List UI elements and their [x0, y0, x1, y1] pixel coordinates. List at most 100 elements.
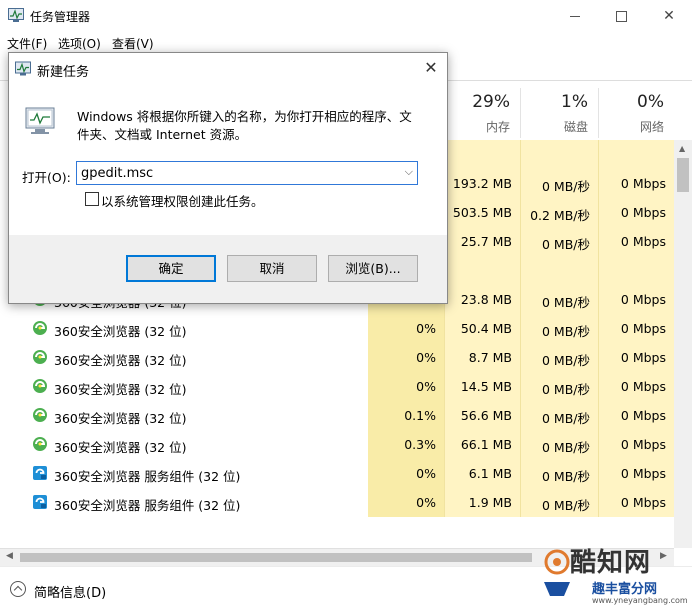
open-command-value[interactable]: gpedit.msc — [81, 166, 153, 181]
cell-cpu: 0% — [416, 321, 436, 336]
cell-net: 0 Mbps — [620, 292, 666, 307]
table-row[interactable]: 0.1% 56.6 MB 0 MB/秒 0 Mbps 360安全浏览器 (32 位) — [0, 401, 674, 430]
cell-background — [520, 256, 599, 285]
cell-background — [444, 140, 521, 169]
open-command-input[interactable]: gpedit.msc ⌵ — [76, 161, 418, 185]
close-button[interactable]: ✕ — [646, 0, 692, 32]
cell-mem: 50.4 MB — [460, 321, 512, 336]
cell-net: 0 Mbps — [620, 176, 666, 191]
cell-disk: 0 MB/秒 — [542, 382, 590, 397]
cell-mem: 6.1 MB — [468, 466, 512, 481]
cell-cpu: 0.1% — [404, 408, 436, 423]
cell-disk: 0 MB/秒 — [542, 498, 590, 513]
admin-privileges-checkbox[interactable] — [85, 192, 99, 206]
cell-background — [598, 140, 674, 169]
cell-net: 0 Mbps — [620, 437, 666, 452]
task-manager-icon — [8, 8, 24, 22]
vertical-scrollbar[interactable]: ▲ — [674, 140, 692, 548]
cell-disk: 0 MB/秒 — [542, 237, 590, 252]
menu-bar: 文件(F) 选项(O) 查看(V) — [0, 32, 692, 52]
cell-net: 0 Mbps — [620, 321, 666, 336]
cell-background — [444, 256, 521, 285]
admin-privileges-label[interactable]: 以系统管理权限创建此任务。 — [101, 191, 264, 210]
ok-button[interactable]: 确定 — [126, 255, 216, 282]
cell-mem: 56.6 MB — [460, 408, 512, 423]
cell-net: 0 Mbps — [620, 234, 666, 249]
close-icon: ✕ — [424, 58, 438, 77]
cell-mem: 25.7 MB — [460, 234, 512, 249]
process-name: 360安全浏览器 服务组件 (32 位) — [54, 469, 241, 484]
cell-cpu: 0% — [416, 495, 436, 510]
cell-cpu: 0.3% — [404, 437, 436, 452]
cell-mem: 66.1 MB — [460, 437, 512, 452]
cell-disk: 0 MB/秒 — [542, 324, 590, 339]
cell-net: 0 Mbps — [620, 466, 666, 481]
cell-cpu: 0% — [416, 379, 436, 394]
network-percent: 0% — [637, 92, 664, 112]
maximize-icon — [616, 11, 627, 22]
cell-disk: 0.2 MB/秒 — [530, 208, 590, 223]
dialog-title: 新建任务 — [37, 65, 90, 80]
task-manager-window: 任务管理器 ✕ 文件(F) 选项(O) 查看(V) 29% 内存 1% 磁盘 0… — [0, 0, 692, 616]
open-label: 打开(O): — [22, 170, 71, 185]
browser-360-icon — [33, 437, 47, 451]
menu-view[interactable]: 查看(V) — [112, 35, 154, 52]
column-header-memory[interactable]: 29% 内存 — [447, 88, 520, 140]
cell-mem: 503.5 MB — [452, 205, 512, 220]
cell-mem: 8.7 MB — [468, 350, 512, 365]
column-header-network[interactable]: 0% 网络 — [598, 88, 674, 140]
watermark-url: www.yneyangbang.com — [592, 596, 688, 605]
cell-disk: 0 MB/秒 — [542, 295, 590, 310]
menu-file[interactable]: 文件(F) — [7, 35, 47, 52]
cancel-button[interactable]: 取消 — [227, 255, 317, 282]
dialog-description: Windows 将根据你所键入的名称，为你打开相应的程序、文件夹、文档或 Int… — [77, 109, 412, 142]
browse-button[interactable]: 浏览(B)... — [328, 255, 418, 282]
table-row[interactable]: 0% 50.4 MB 0 MB/秒 0 Mbps 360安全浏览器 (32 位) — [0, 314, 674, 343]
watermark-brand: 酷知网 — [570, 548, 652, 578]
cell-mem: 14.5 MB — [460, 379, 512, 394]
cell-background — [520, 140, 599, 169]
cell-disk: 0 MB/秒 — [542, 353, 590, 368]
cell-disk: 0 MB/秒 — [542, 440, 590, 455]
disk-label: 磁盘 — [563, 120, 588, 134]
task-manager-icon — [15, 61, 31, 76]
column-header-disk[interactable]: 1% 磁盘 — [520, 88, 598, 140]
dialog-button-area: 确定 取消 浏览(B)... — [9, 235, 447, 303]
minimize-button[interactable] — [552, 0, 598, 32]
chevron-down-icon[interactable]: ⌵ — [405, 165, 413, 179]
cell-net: 0 Mbps — [620, 350, 666, 365]
watermark: 酷知网 趣丰富分网 www.yneyangbang.com — [540, 538, 690, 614]
process-name: 360安全浏览器 (32 位) — [54, 324, 187, 339]
browser-360-icon — [33, 350, 47, 364]
chevron-up-circle-icon[interactable] — [10, 581, 26, 597]
menu-options[interactable]: 选项(O) — [58, 35, 101, 52]
cell-net: 0 Mbps — [620, 495, 666, 510]
process-name: 360安全浏览器 (32 位) — [54, 382, 187, 397]
table-row[interactable]: 0% 8.7 MB 0 MB/秒 0 Mbps 360安全浏览器 (32 位) — [0, 343, 674, 372]
table-row[interactable]: 0% 14.5 MB 0 MB/秒 0 Mbps 360安全浏览器 (32 位) — [0, 372, 674, 401]
watermark-sub: 趣丰富分网 — [592, 582, 658, 597]
scroll-up-icon[interactable]: ▲ — [679, 144, 685, 153]
cell-net: 0 Mbps — [620, 408, 666, 423]
network-label: 网络 — [639, 120, 664, 134]
maximize-button[interactable] — [598, 0, 644, 32]
memory-percent: 29% — [472, 92, 510, 112]
minimize-icon — [570, 16, 580, 17]
cell-mem: 1.9 MB — [468, 495, 512, 510]
cell-mem: 193.2 MB — [452, 176, 512, 191]
cell-net: 0 Mbps — [620, 205, 666, 220]
table-row[interactable]: 0% 1.9 MB 0 MB/秒 0 Mbps 360安全浏览器 服务组件 (32 位) — [0, 488, 674, 517]
browser-360-icon — [33, 408, 47, 422]
fewer-details-link[interactable]: 简略信息(D) — [34, 582, 106, 601]
dialog-close-button[interactable]: ✕ — [419, 57, 443, 79]
table-row[interactable]: 0.3% 66.1 MB 0 MB/秒 0 Mbps 360安全浏览器 (32 位) — [0, 430, 674, 459]
vertical-scroll-thumb[interactable] — [677, 158, 689, 192]
scroll-left-icon[interactable]: ◀ — [6, 551, 13, 561]
horizontal-scroll-thumb[interactable] — [20, 553, 532, 562]
disk-percent: 1% — [561, 92, 588, 112]
table-row[interactable]: 0% 6.1 MB 0 MB/秒 0 Mbps 360安全浏览器 服务组件 (32 位) — [0, 459, 674, 488]
watermark-logo-icon — [544, 549, 570, 596]
process-name: 360安全浏览器 服务组件 (32 位) — [54, 498, 241, 513]
cell-background — [598, 256, 674, 285]
cell-disk: 0 MB/秒 — [542, 179, 590, 194]
